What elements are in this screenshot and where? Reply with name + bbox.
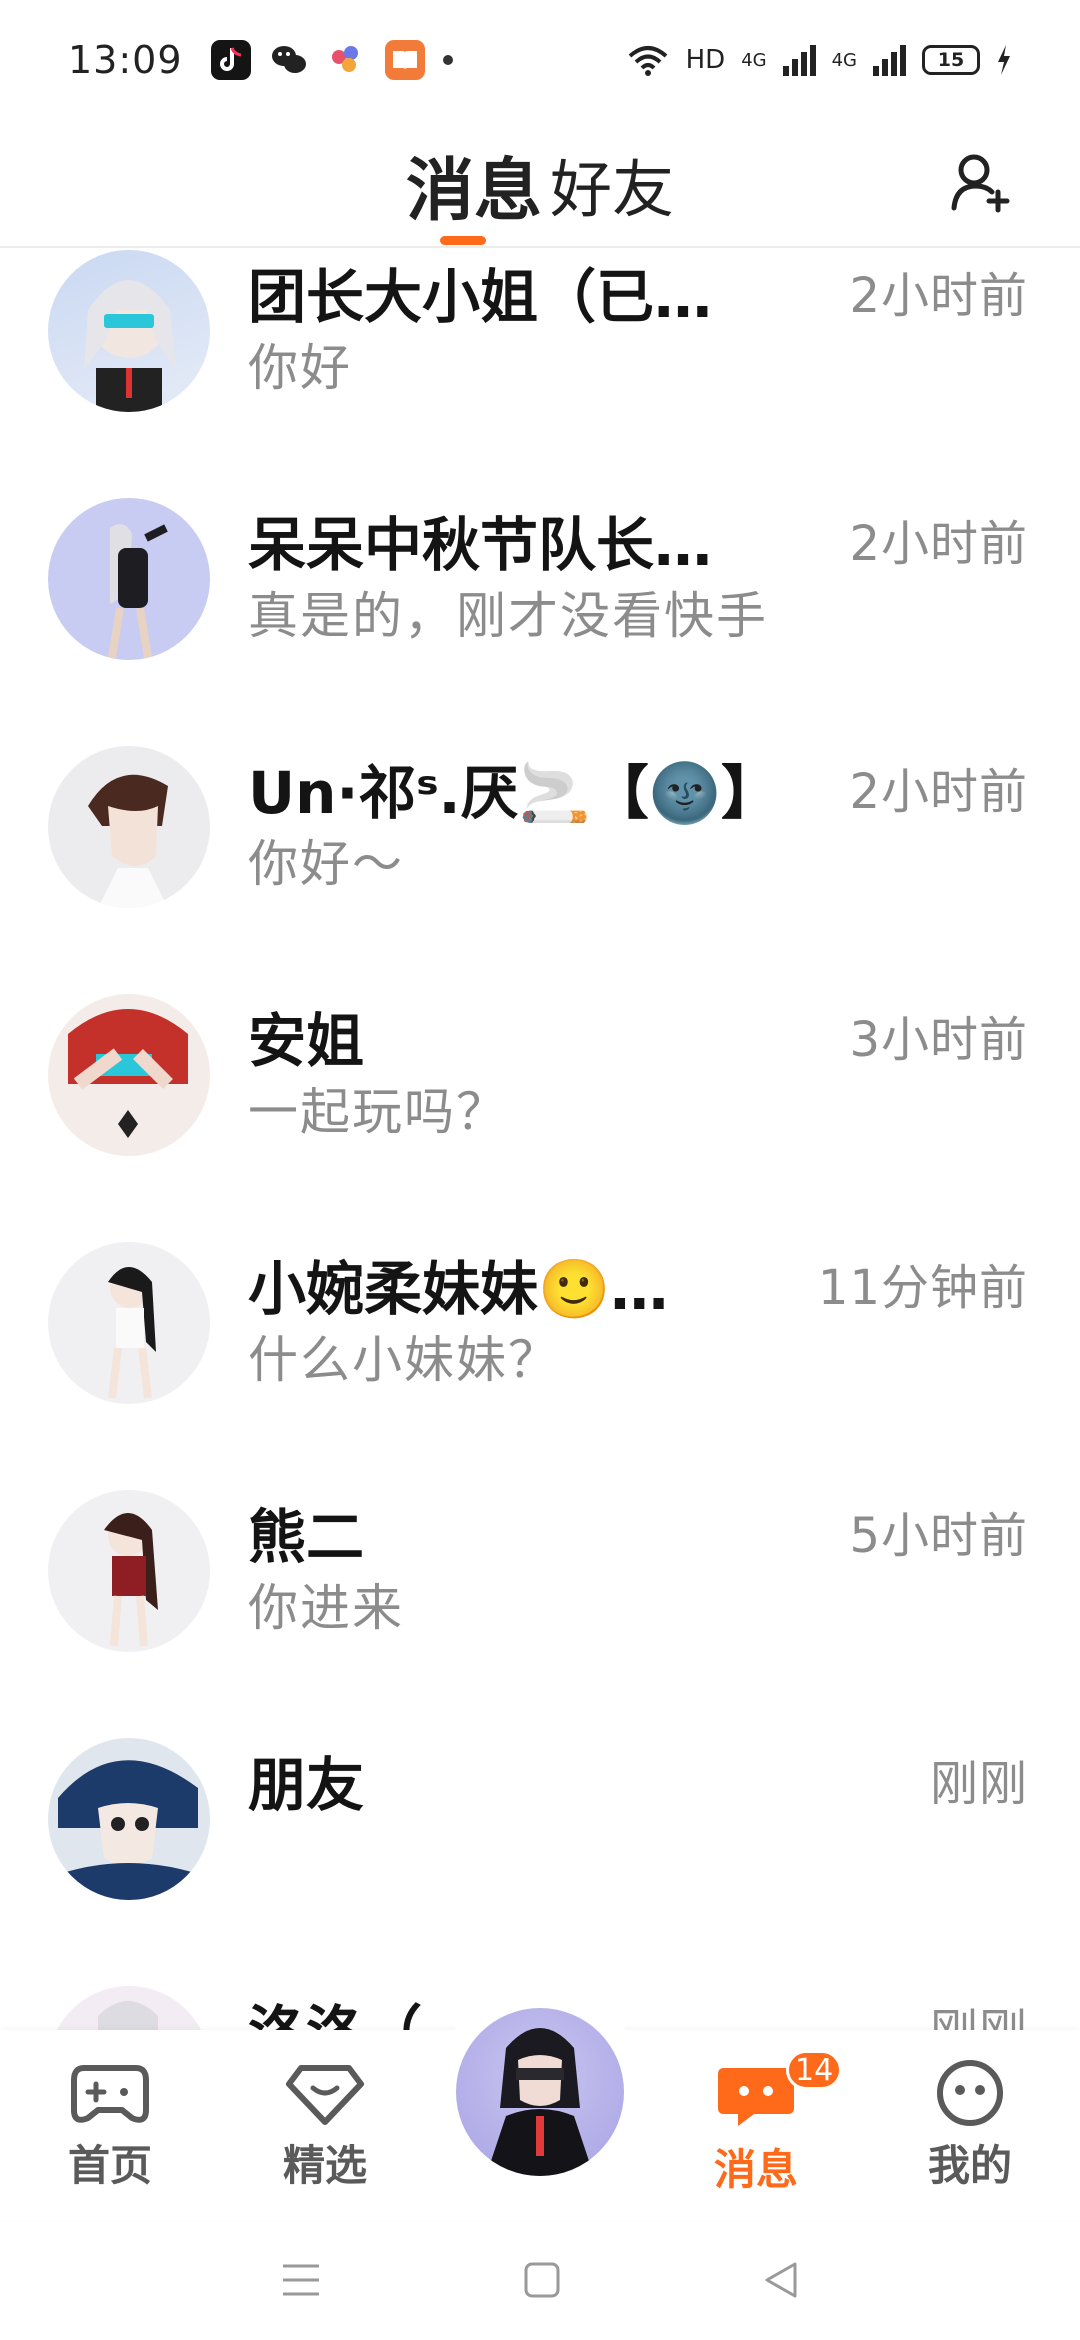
palette-icon <box>327 40 367 80</box>
chat-time: 11分钟前 <box>817 1260 1028 1316</box>
avatar <box>48 1490 210 1652</box>
chat-preview: 真是的，刚才没看快手 <box>248 587 768 645</box>
chat-preview: 什么小妹妹？ <box>248 1331 560 1389</box>
chat-time: 2小时前 <box>849 764 1028 820</box>
nav-label: 精选 <box>282 2141 367 2190</box>
charging-icon <box>998 45 1010 75</box>
chat-preview: 你好 <box>248 339 352 397</box>
chat-name: Un·祁ˢ.厌🚬【🌚】 <box>248 759 779 827</box>
chat-name: 熊二 <box>248 1503 365 1571</box>
active-tab-indicator <box>440 236 486 245</box>
chat-item[interactable]: 熊二 你进来 5小时前 <box>0 1490 1080 1738</box>
chat-time: 2小时前 <box>849 268 1028 324</box>
avatar <box>48 994 210 1156</box>
chat-preview: 你进来 <box>248 1579 404 1637</box>
nav-label: 消息 <box>713 2145 798 2194</box>
gamepad-icon <box>71 2065 149 2123</box>
chat-item[interactable]: 朋友 刚刚 <box>0 1738 1080 1986</box>
avatar <box>48 1242 210 1404</box>
chat-time: 刚刚 <box>929 1756 1028 1812</box>
avatar <box>48 1986 210 2030</box>
chat-preview: 一起玩吗？ <box>248 1083 508 1141</box>
more-notifications-dot <box>442 55 453 65</box>
avatar <box>48 498 210 660</box>
chat-time: 2小时前 <box>849 516 1028 572</box>
chat-name: 洛洛（ <box>248 1986 422 2030</box>
chat-time: 刚刚 <box>930 1992 1028 2030</box>
chat-item[interactable]: Un·祁ˢ.厌🚬【🌚】 你好～ 2小时前 <box>0 746 1080 994</box>
add-friend-button[interactable] <box>940 142 1020 222</box>
signal-2-label: 4G <box>831 49 857 71</box>
home-square-icon[interactable] <box>522 2260 562 2300</box>
tab-friends[interactable]: 好友 <box>548 139 676 229</box>
chat-item[interactable]: 小婉柔妹妹🙂… 什么小妹妹？ 11分钟前 <box>0 1242 1080 1490</box>
avatar <box>486 2028 594 2176</box>
status-bar: 13:09 HD 4G 4G 15 <box>0 0 1080 120</box>
signal-2-icon <box>873 44 906 76</box>
hd-indicator: HD <box>685 45 726 75</box>
wifi-icon <box>628 46 667 76</box>
menu-icon[interactable] <box>279 2260 323 2300</box>
unread-badge: 14 <box>786 2050 843 2090</box>
avatar <box>48 746 210 908</box>
chat-time: 3小时前 <box>849 1012 1028 1068</box>
chat-list[interactable]: 团长大小姐（已… 你好 2小时前 呆呆中秋节队长… 真是的，刚才没看快手 2小时… <box>0 250 1080 2030</box>
nav-label: 我的 <box>927 2141 1012 2190</box>
signal-1-label: 4G <box>741 49 767 71</box>
avatar <box>48 1738 210 1900</box>
tab-messages[interactable]: 消息 <box>404 135 544 234</box>
chat-preview: 你好～ <box>248 835 404 893</box>
battery-icon: 15 <box>922 45 980 75</box>
nav-me[interactable]: 我的 <box>900 2058 1040 2193</box>
bottom-nav: 首页 精选 14 消息 我的 <box>0 1982 1080 2220</box>
center-avatar-button[interactable] <box>456 2008 624 2176</box>
chat-time: 5小时前 <box>849 1508 1028 1564</box>
tiktok-icon <box>210 40 251 80</box>
face-icon <box>937 2060 1003 2126</box>
heart-badge-icon <box>286 2065 364 2125</box>
nav-label: 首页 <box>67 2141 152 2190</box>
header: 消息 好友 <box>0 120 1080 248</box>
chat-item[interactable]: 呆呆中秋节队长… 真是的，刚才没看快手 2小时前 <box>0 498 1080 746</box>
system-nav-bar <box>0 2220 1080 2340</box>
chat-name: 呆呆中秋节队长… <box>248 511 713 579</box>
add-user-icon <box>951 154 1010 213</box>
book-icon <box>384 40 425 80</box>
tab-bar: 消息 好友 <box>0 120 1080 248</box>
nav-messages[interactable]: 14 消息 <box>686 2050 843 2197</box>
avatar <box>48 250 210 412</box>
chat-name: 小婉柔妹妹🙂… <box>248 1255 669 1323</box>
chat-name: 安姐 <box>248 1007 365 1075</box>
chat-name: 团长大小姐（已… <box>248 263 713 331</box>
nav-featured[interactable]: 精选 <box>255 2058 395 2193</box>
message-icon <box>718 2068 794 2126</box>
nav-home[interactable]: 首页 <box>40 2058 180 2193</box>
chat-item[interactable]: 安姐 一起玩吗？ 3小时前 <box>0 994 1080 1242</box>
chat-item[interactable]: 团长大小姐（已… 你好 2小时前 <box>0 250 1080 498</box>
notification-icons <box>210 40 453 80</box>
status-right: HD 4G 4G 15 <box>626 44 1012 76</box>
back-icon[interactable] <box>761 2260 801 2300</box>
wechat-icon <box>269 40 309 80</box>
chat-name: 朋友 <box>248 1751 365 1819</box>
battery-level: 15 <box>937 49 965 71</box>
status-time: 13:09 <box>68 38 183 82</box>
signal-1-icon <box>782 44 816 76</box>
